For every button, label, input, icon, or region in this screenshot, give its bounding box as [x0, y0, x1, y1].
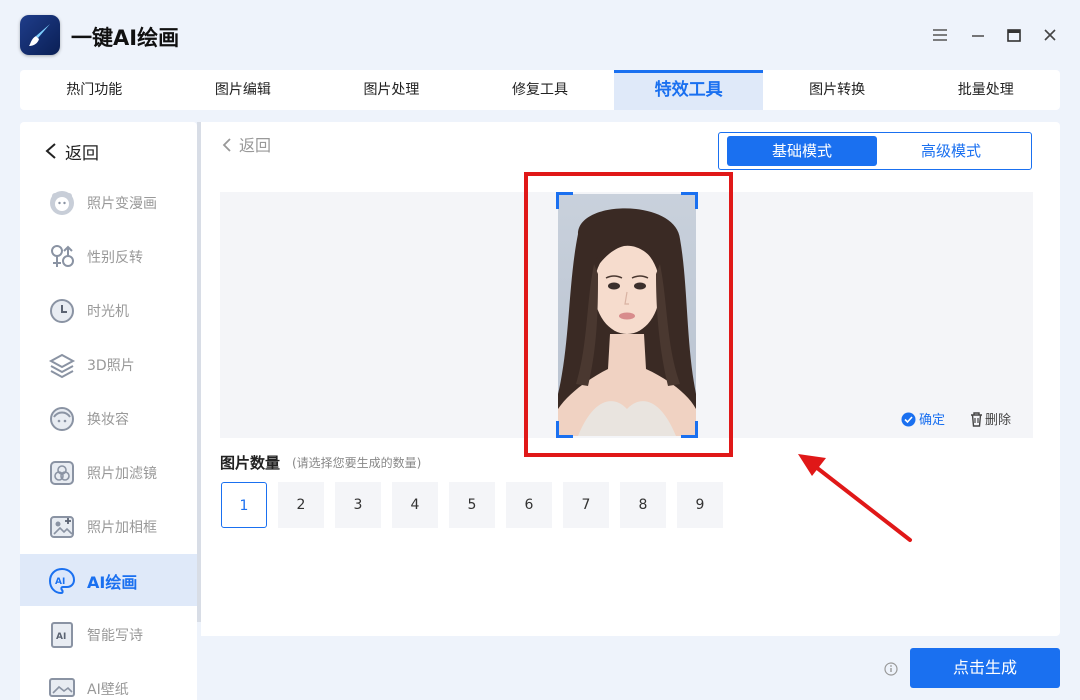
quantity-title: 图片数量	[220, 454, 281, 472]
sidebar-item-label: 照片加相框	[87, 520, 157, 536]
wallpaper-icon	[49, 678, 75, 700]
ai-palette-icon: AI	[48, 567, 76, 595]
close-icon[interactable]	[1040, 25, 1060, 45]
ai-document-icon: AI	[51, 622, 73, 648]
maximize-icon[interactable]	[1004, 25, 1024, 45]
title-bar: 一键AI绘画	[0, 0, 1080, 70]
sidebar-item-3d-photo[interactable]: 3D照片	[20, 338, 197, 390]
quantity-option-3[interactable]: 3	[335, 482, 381, 528]
sidebar-item-label: 智能写诗	[87, 628, 143, 644]
mode-toggle: 基础模式 高级模式	[718, 132, 1032, 170]
quantity-option-1[interactable]: 1	[221, 482, 267, 528]
tab-image-convert[interactable]: 图片转换	[763, 70, 912, 110]
main-back-label: 返回	[239, 136, 272, 155]
gender-icon	[51, 245, 74, 267]
annotation-highlight-box	[524, 172, 733, 457]
sidebar-back-label: 返回	[65, 144, 99, 164]
quantity-hint: (请选择您要生成的数量)	[292, 456, 422, 470]
menu-icon[interactable]	[930, 25, 950, 45]
sidebar-item-photo-to-cartoon[interactable]: 照片变漫画	[20, 176, 197, 228]
sidebar-item-photo-frame[interactable]: 照片加相框	[20, 500, 197, 552]
clock-icon	[50, 299, 74, 323]
quantity-option-4[interactable]: 4	[392, 482, 438, 528]
sidebar-item-label: 照片加滤镜	[87, 466, 157, 482]
trash-icon	[971, 412, 982, 427]
sidebar-item-smart-poetry[interactable]: AI 智能写诗	[20, 608, 197, 660]
sidebar-item-label: 性别反转	[87, 250, 143, 266]
sidebar-item-ai-wallpaper[interactable]: AI壁纸	[20, 662, 197, 700]
quantity-option-6[interactable]: 6	[506, 482, 552, 528]
sidebar-item-label: 时光机	[87, 304, 129, 320]
sidebar-item-ai-painting[interactable]: AI AI绘画	[20, 554, 197, 606]
generate-button[interactable]: 点击生成	[910, 648, 1060, 688]
tab-image-edit[interactable]: 图片编辑	[169, 70, 318, 110]
chevron-left-icon	[222, 138, 231, 152]
sidebar-item-time-machine[interactable]: 时光机	[20, 284, 197, 336]
quantity-option-2[interactable]: 2	[278, 482, 324, 528]
delete-button[interactable]: 删除	[970, 409, 1011, 428]
app-title: 一键AI绘画	[71, 26, 180, 50]
main-back-button[interactable]: 返回	[221, 132, 271, 156]
filter-icon	[50, 461, 74, 485]
confirm-button[interactable]: 确定	[901, 409, 945, 428]
svg-text:AI: AI	[55, 577, 65, 587]
quantity-option-7[interactable]: 7	[563, 482, 609, 528]
sidebar-item-label: 照片变漫画	[87, 196, 157, 212]
tab-batch-process[interactable]: 批量处理	[911, 70, 1060, 110]
app-logo	[20, 15, 60, 55]
minimize-icon[interactable]	[968, 25, 988, 45]
sidebar: 返回 照片变漫画 性别反转 时光机 3D照片 换妆容 照片加滤镜 照片加相框 A…	[20, 122, 197, 700]
main-tab-bar: 热门功能 图片编辑 图片处理 修复工具 特效工具 图片转换 批量处理	[20, 70, 1060, 110]
makeup-face-icon	[50, 407, 74, 431]
chevron-left-icon	[45, 143, 56, 159]
delete-label: 删除	[985, 413, 1012, 428]
check-circle-icon	[901, 412, 916, 427]
frame-icon	[50, 516, 74, 538]
tab-hot-features[interactable]: 热门功能	[20, 70, 169, 110]
sidebar-item-makeup[interactable]: 换妆容	[20, 392, 197, 444]
tab-effects-tools[interactable]: 特效工具	[614, 70, 763, 110]
sidebar-item-photo-filter[interactable]: 照片加滤镜	[20, 446, 197, 498]
advanced-mode-button[interactable]: 高级模式	[876, 136, 1026, 166]
sidebar-back-button[interactable]: 返回	[20, 132, 197, 168]
quantity-option-8[interactable]: 8	[620, 482, 666, 528]
tab-image-process[interactable]: 图片处理	[317, 70, 466, 110]
confirm-label: 确定	[919, 413, 946, 428]
layers-icon	[48, 353, 76, 379]
sidebar-item-label: AI壁纸	[87, 682, 129, 698]
sidebar-item-label: 3D照片	[87, 358, 135, 374]
sidebar-item-label: AI绘画	[87, 573, 138, 592]
svg-text:AI: AI	[56, 632, 66, 642]
info-icon[interactable]	[884, 662, 898, 676]
sidebar-item-gender-swap[interactable]: 性别反转	[20, 230, 197, 282]
basic-mode-button[interactable]: 基础模式	[727, 136, 877, 166]
cartoon-face-icon	[50, 191, 74, 215]
sidebar-item-label: 换妆容	[87, 412, 129, 428]
quantity-option-5[interactable]: 5	[449, 482, 495, 528]
quantity-option-9[interactable]: 9	[677, 482, 723, 528]
annotation-arrow-icon	[798, 454, 912, 542]
tab-repair-tools[interactable]: 修复工具	[466, 70, 615, 110]
